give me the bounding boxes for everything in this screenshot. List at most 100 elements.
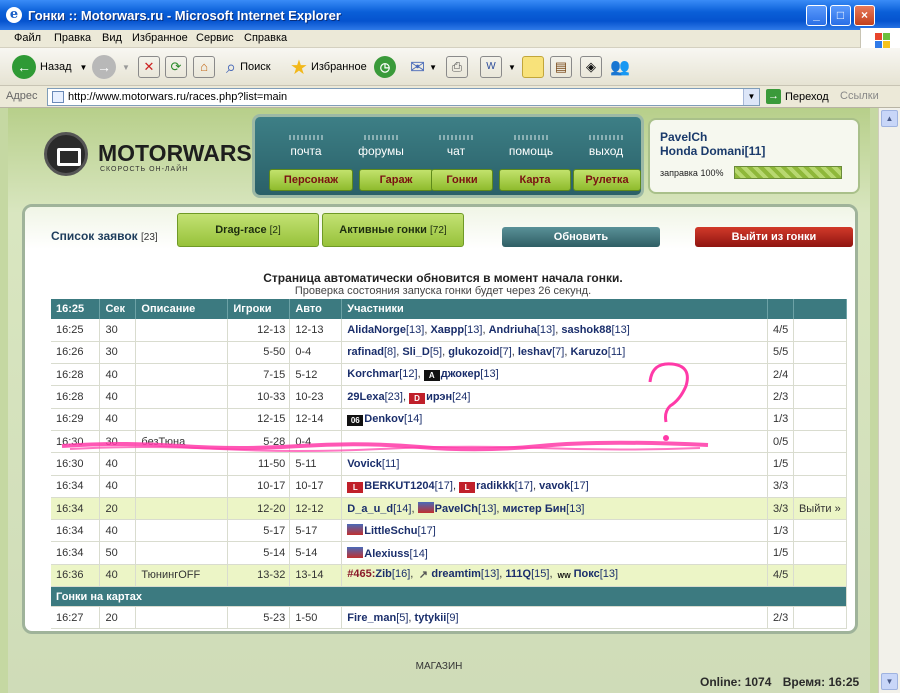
participant-link[interactable]: Dирэн[24]: [409, 391, 470, 404]
participant-link[interactable]: ↗ dreamtim[13]: [416, 568, 500, 581]
refresh-button[interactable]: ⟳: [165, 54, 187, 80]
forward-button[interactable]: → ▼: [92, 54, 130, 80]
tab-requests-list[interactable]: Список заявок [23]: [51, 229, 158, 243]
nav-character-button[interactable]: Персонаж: [269, 169, 353, 191]
table-row[interactable]: 16:27 20 5-23 1-50 Fire_man[5], tytykii[9] 2/…: [51, 606, 848, 630]
participant-link[interactable]: D_a_u_d[14]: [347, 503, 411, 515]
user-name[interactable]: PavelCh: [660, 130, 707, 144]
menu-file[interactable]: Файл: [14, 32, 41, 44]
links-button[interactable]: Ссылки: [840, 90, 879, 102]
race-auto: 10-17: [289, 475, 343, 498]
users-button[interactable]: 👥: [610, 54, 630, 80]
search-button[interactable]: ⌕ Поиск: [226, 54, 271, 80]
participant-link[interactable]: Aджокер[13]: [423, 368, 499, 382]
table-row[interactable]: 16:30 40 11-50 5-11 Vovick[11] 1/5: [51, 452, 848, 476]
table-row[interactable]: 16:28 40 10-33 10-23 29Lexa[23], Dирэн[24] 2/…: [51, 385, 848, 409]
address-input[interactable]: http://www.motorwars.ru/races.php?list=m…: [47, 88, 760, 106]
tab-active-races[interactable]: Активные гонки [72]: [322, 213, 464, 247]
menu-favorites[interactable]: Избранное: [132, 32, 188, 44]
participant-link[interactable]: Alexiuss[14]: [347, 546, 428, 560]
table-row[interactable]: 16:36 40 ТюнингOFF 13-32 13-14 #465:Zib[16], …: [51, 564, 848, 588]
research-button[interactable]: ▤: [550, 54, 572, 80]
participant-link[interactable]: PavelCh[13]: [417, 502, 496, 515]
participant-link[interactable]: L BERKUT1204[17]: [347, 480, 453, 493]
menu-edit[interactable]: Правка: [54, 32, 91, 44]
exit-race-button[interactable]: Выйти из гонки: [695, 227, 853, 247]
participant-link[interactable]: Fire_man[5]: [347, 612, 408, 624]
history-button[interactable]: ◷: [374, 54, 396, 80]
participant-link[interactable]: leshav[7]: [518, 346, 564, 358]
vertical-scrollbar[interactable]: ▲ ▼: [878, 108, 900, 693]
table-row[interactable]: 16:30 30 безТюна 5-28 0-4 0/5: [51, 430, 848, 454]
refresh-icon: ⟳: [165, 56, 187, 78]
participant-link[interactable]: tytykii[9]: [415, 612, 459, 624]
table-row[interactable]: 16:34 40 5-17 5-17 LittleSchu[17] 1/3: [51, 519, 848, 543]
participant-link[interactable]: sashok88[13]: [561, 324, 630, 336]
participant-link[interactable]: Lradikkk[17]: [459, 480, 533, 493]
mail-button[interactable]: ✉ ▼: [410, 54, 437, 80]
nav-exit[interactable]: выход: [571, 135, 641, 158]
shop-link[interactable]: МАГАЗИН: [0, 661, 878, 672]
participant-link[interactable]: 06 Denkov[14]: [347, 413, 422, 426]
leave-race-link[interactable]: Выйти »: [793, 497, 848, 521]
table-row[interactable]: 16:28 40 7-15 5-12 Korchmar[12], Aджокер[13]…: [51, 363, 848, 387]
scroll-up-arrow-icon[interactable]: ▲: [881, 110, 898, 127]
menu-tools[interactable]: Сервис: [196, 32, 234, 44]
participant-link[interactable]: rafinad[8]: [347, 346, 396, 358]
site-logo[interactable]: MOTORWARS.RU СКОРОСТЬ ОН-ЛАЙН: [16, 114, 291, 196]
edit-button[interactable]: W ▼: [480, 54, 516, 80]
refresh-list-button[interactable]: Обновить: [502, 227, 660, 247]
participant-link[interactable]: мистер Бин[13]: [503, 503, 585, 515]
nav-map-button[interactable]: Карта: [499, 169, 571, 191]
participant-link[interactable]: 29Lexa[23]: [347, 391, 403, 403]
participant-link[interactable]: #465:Zib[16]: [347, 568, 410, 580]
table-row[interactable]: 16:29 40 12-15 12-14 06 Denkov[14] 1/3: [51, 408, 848, 431]
scroll-down-arrow-icon[interactable]: ▼: [881, 673, 898, 690]
participant-link[interactable]: LittleSchu[17]: [347, 524, 436, 537]
participant-link[interactable]: Хаврр[13]: [430, 324, 482, 336]
participant-link[interactable]: Sli_D[5]: [402, 346, 442, 358]
table-row[interactable]: 16:26 30 5-50 0-4 rafinad[8], Sli_D[5], gluk…: [51, 341, 848, 365]
participant-link[interactable]: Karuzo[11]: [570, 346, 625, 358]
print-button[interactable]: ⎙: [446, 54, 468, 80]
participant-link[interactable]: vavok[17]: [539, 480, 589, 492]
race-action: [793, 385, 848, 409]
tab-drag-race[interactable]: Drag-race [2]: [177, 213, 319, 247]
table-row[interactable]: 16:34 50 5-14 5-14 Alexiuss[14] 1/5: [51, 541, 848, 565]
participant-link[interactable]: Andriuha[13]: [489, 324, 556, 336]
messenger-button[interactable]: ◈: [580, 54, 602, 80]
participant-link[interactable]: 111Q[15]: [505, 568, 549, 580]
race-action: [793, 606, 848, 630]
back-button[interactable]: ← Назад ▼: [12, 54, 87, 80]
table-row[interactable]: 16:25 30 12-13 12-13 AlidaNorge[13], Хаврр[1…: [51, 319, 848, 342]
stop-button[interactable]: ✕: [138, 54, 160, 80]
maximize-button[interactable]: □: [830, 5, 851, 26]
participant-link[interactable]: glukozoid[7]: [448, 346, 512, 358]
go-button[interactable]: → Переход: [766, 89, 829, 104]
race-auto: 1-50: [289, 606, 343, 630]
participant-link[interactable]: Korchmar[12]: [347, 368, 417, 380]
nav-roulette-button[interactable]: Рулетка: [573, 169, 641, 191]
table-row[interactable]: 16:34 20 12-20 12-12 D_a_u_d[14], PavelCh[13…: [51, 497, 848, 521]
nav-forums[interactable]: форумы: [345, 135, 417, 158]
participant-level: [23]: [384, 390, 403, 403]
minimize-button[interactable]: _: [806, 5, 827, 26]
nav-help[interactable]: помощь: [495, 135, 567, 158]
participant-level: [7]: [552, 346, 565, 359]
menu-help[interactable]: Справка: [244, 32, 287, 44]
participant-link[interactable]: Vovick[11]: [347, 458, 399, 470]
nav-garage-button[interactable]: Гараж: [359, 169, 433, 191]
participant-link[interactable]: WW Покс[13]: [556, 568, 618, 580]
menu-view[interactable]: Вид: [102, 32, 122, 44]
user-car[interactable]: Honda Domani[11]: [660, 144, 765, 158]
nav-races-button[interactable]: Гонки: [431, 169, 493, 191]
favorites-button[interactable]: ★ Избранное: [290, 54, 367, 80]
participant-link[interactable]: AlidaNorge[13]: [347, 324, 424, 336]
close-button[interactable]: ×: [854, 5, 875, 26]
table-row[interactable]: 16:34 40 10-17 10-17 L BERKUT1204[17], Lradik…: [51, 475, 848, 498]
home-button[interactable]: ⌂: [193, 54, 215, 80]
chevron-down-icon[interactable]: ▼: [743, 89, 759, 105]
nav-mail[interactable]: почта: [271, 135, 341, 158]
nav-chat[interactable]: чат: [421, 135, 491, 158]
discuss-button[interactable]: [522, 54, 544, 80]
